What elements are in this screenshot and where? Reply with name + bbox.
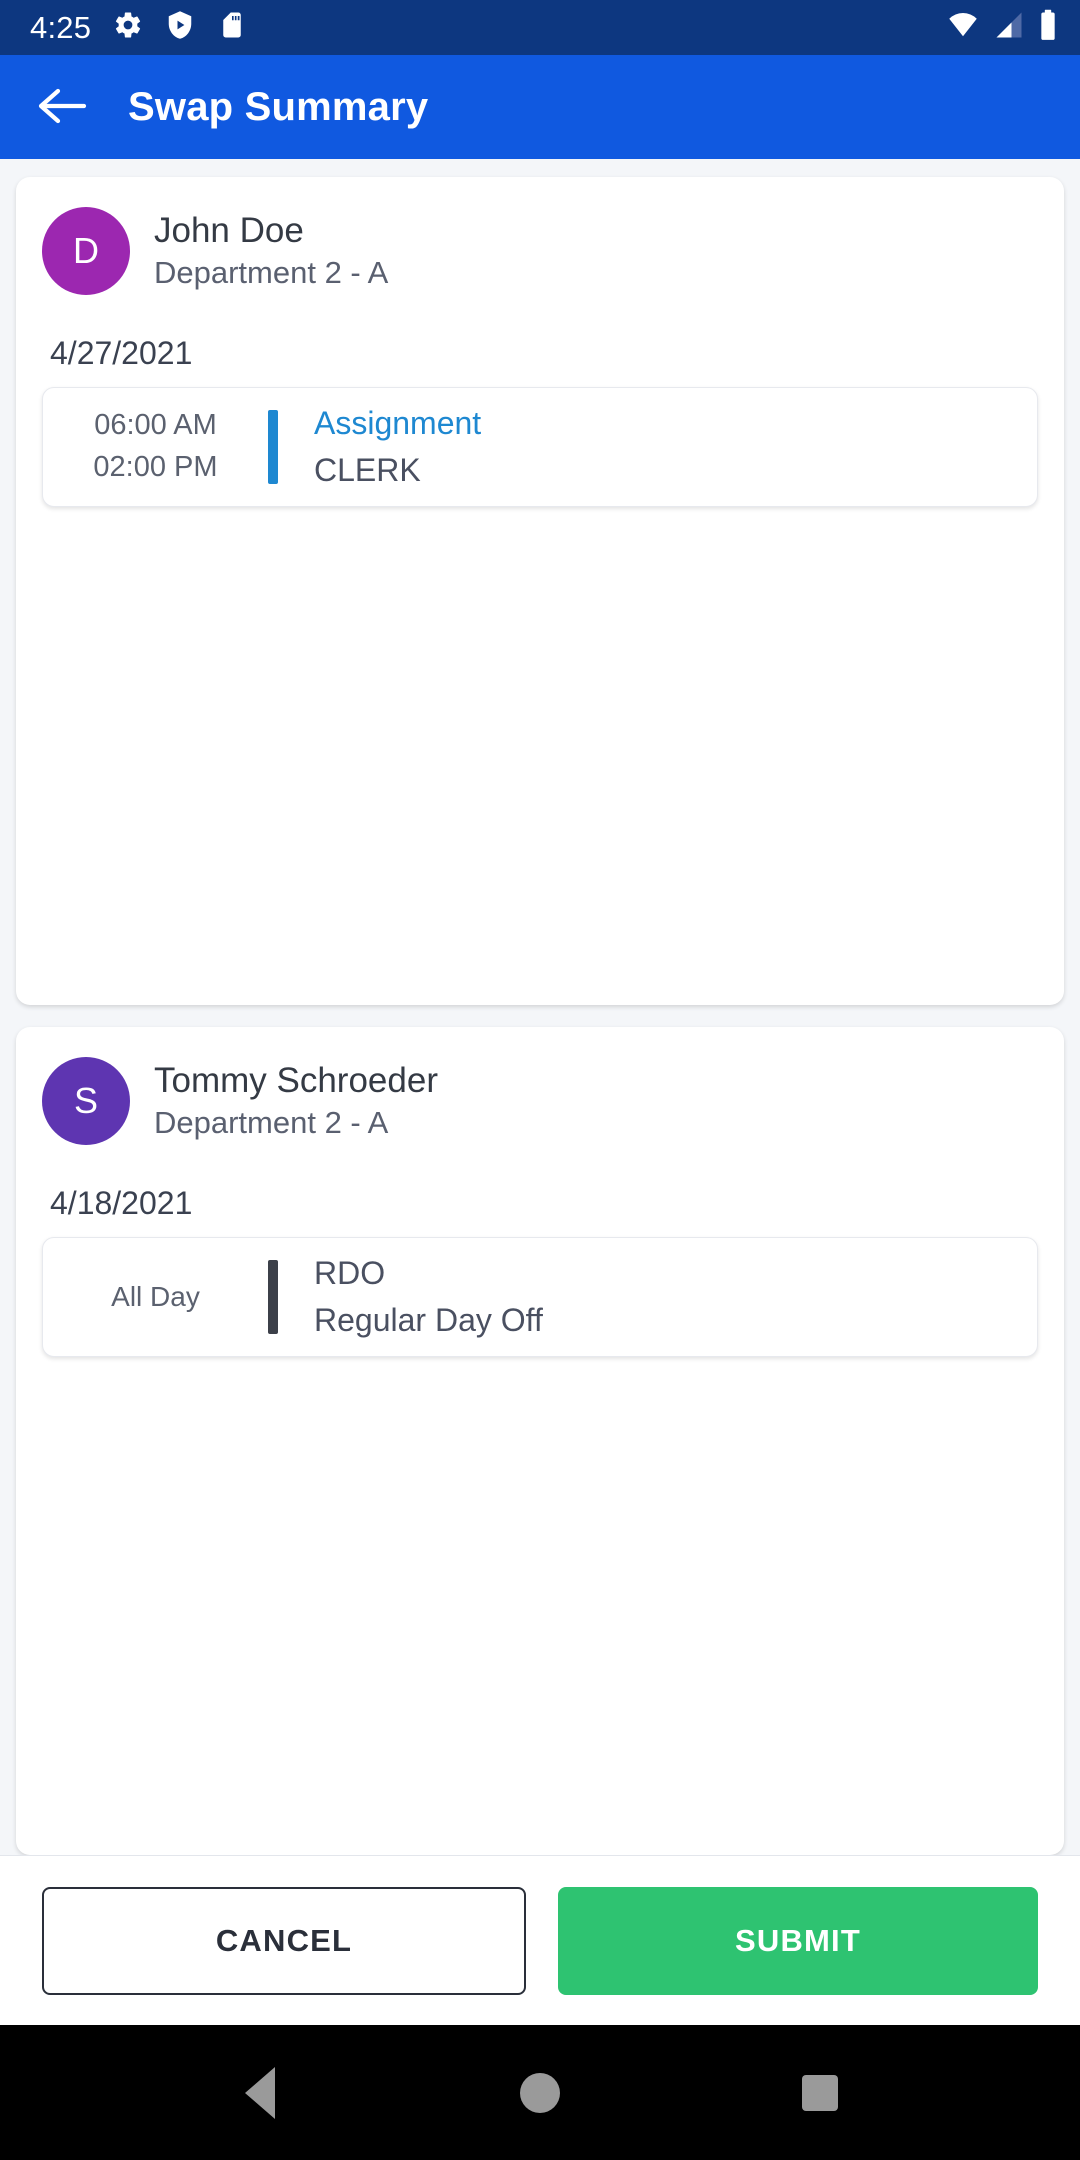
- shift-all-day-label: All Day: [111, 1280, 200, 1312]
- shift-date: 4/18/2021: [50, 1185, 193, 1221]
- shift-type: Assignment: [314, 405, 482, 441]
- shift-date: 4/27/2021: [50, 335, 193, 371]
- shield-play-icon: [165, 10, 195, 45]
- person-header: S Tommy Schroeder Department 2 - A: [42, 1057, 1038, 1145]
- shift-detail: CLERK: [314, 452, 421, 489]
- person-identity: Tommy Schroeder Department 2 - A: [154, 1061, 438, 1141]
- page-title: Swap Summary: [128, 85, 429, 129]
- person-department: Department 2 - A: [154, 255, 389, 291]
- shift-detail: Regular Day Off: [314, 1302, 543, 1339]
- submit-button[interactable]: SUBMIT: [558, 1886, 1038, 1995]
- shift-row[interactable]: 06:00 AM 02:00 PM Assignment CLERK: [42, 387, 1038, 508]
- status-bar-right: [946, 9, 1058, 46]
- person-department: Department 2 - A: [154, 1105, 389, 1141]
- circle-home-icon: [520, 2072, 560, 2113]
- square-recents-icon: [802, 2074, 838, 2111]
- battery-icon: [1038, 9, 1058, 46]
- person-identity: John Doe Department 2 - A: [154, 211, 388, 291]
- avatar: D: [42, 207, 130, 295]
- person-name: John Doe: [154, 211, 304, 251]
- shift-row[interactable]: All Day RDO Regular Day Off: [42, 1237, 1038, 1358]
- avatar: S: [42, 1057, 130, 1145]
- shift-accent-bar: [268, 1260, 278, 1335]
- shift-details: Assignment CLERK: [278, 405, 1037, 489]
- shift-accent-bar: [268, 410, 278, 485]
- status-bar: 4:25: [0, 0, 1080, 55]
- wifi-icon: [946, 10, 980, 45]
- shift-details: RDO Regular Day Off: [278, 1255, 1037, 1339]
- android-nav-bar: [0, 2025, 1080, 2160]
- triangle-back-icon: [245, 2066, 275, 2119]
- person-header: D John Doe Department 2 - A: [42, 207, 1038, 295]
- person-card[interactable]: D John Doe Department 2 - A 4/27/2021 06…: [16, 177, 1064, 1005]
- app-bar: Swap Summary: [0, 55, 1080, 159]
- shift-start-time: 06:00 AM: [94, 409, 217, 442]
- phone-screen: 4:25 Swap Summary D John Doe Department …: [0, 0, 1080, 2160]
- nav-back-button[interactable]: [205, 2038, 315, 2148]
- back-button[interactable]: [34, 79, 90, 135]
- action-bar: CANCEL SUBMIT: [0, 1855, 1080, 2025]
- shift-time-range: 06:00 AM 02:00 PM: [43, 406, 268, 488]
- cell-signal-icon: [992, 10, 1026, 45]
- shift-type: RDO: [314, 1255, 386, 1291]
- person-card[interactable]: S Tommy Schroeder Department 2 - A 4/18/…: [16, 1027, 1064, 1855]
- gear-icon: [113, 10, 143, 45]
- arrow-left-icon: [36, 86, 88, 129]
- person-name: Tommy Schroeder: [154, 1061, 438, 1101]
- sd-card-icon: [217, 10, 247, 45]
- nav-recents-button[interactable]: [765, 2038, 875, 2148]
- swap-summary-list: D John Doe Department 2 - A 4/27/2021 06…: [0, 159, 1080, 1855]
- nav-home-button[interactable]: [485, 2038, 595, 2148]
- shift-end-time: 02:00 PM: [93, 451, 218, 484]
- status-clock: 4:25: [30, 10, 92, 45]
- status-bar-left: 4:25: [30, 10, 247, 45]
- shift-time-range: All Day: [43, 1256, 268, 1338]
- cancel-button[interactable]: CANCEL: [42, 1886, 526, 1995]
